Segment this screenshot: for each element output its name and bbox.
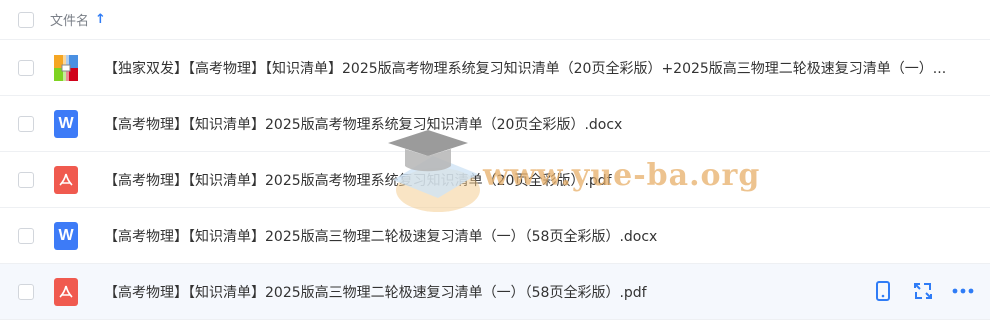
file-row[interactable]: W 【高考物理】【知识清单】2025版高三物理二轮极速复习清单（一）（58页全彩… [0,208,990,264]
select-all-checkbox[interactable] [18,12,34,28]
archive-icon [54,54,78,82]
phone-icon[interactable] [872,280,894,302]
pdf-icon [54,166,78,194]
file-row[interactable]: 【高考物理】【知识清单】2025版高三物理二轮极速复习清单（一）（58页全彩版）… [0,264,990,320]
file-name[interactable]: 【高考物理】【知识清单】2025版高三物理二轮极速复习清单（一）（58页全彩版）… [104,282,647,302]
file-list-header: 文件名 ↑ [0,0,990,40]
file-name[interactable]: 【高考物理】【知识清单】2025版高考物理系统复习知识清单（20页全彩版）.pd… [104,170,612,190]
file-name[interactable]: 【高考物理】【知识清单】2025版高三物理二轮极速复习清单（一）（58页全彩版）… [104,226,657,246]
row-checkbox[interactable] [18,228,34,244]
row-checkbox[interactable] [18,60,34,76]
word-icon: W [54,110,78,138]
sort-ascending-icon[interactable]: ↑ [95,12,106,27]
name-column-label: 文件名 [50,14,90,29]
convert-icon[interactable] [912,280,934,302]
more-icon[interactable] [952,280,974,302]
word-icon-letter: W [58,227,74,244]
file-row[interactable]: 【高考物理】【知识清单】2025版高考物理系统复习知识清单（20页全彩版）.pd… [0,152,990,208]
word-icon-letter: W [58,115,74,132]
row-checkbox[interactable] [18,116,34,132]
row-actions [872,280,974,302]
pdf-icon [54,278,78,306]
row-checkbox[interactable] [18,284,34,300]
file-row[interactable]: W 【高考物理】【知识清单】2025版高考物理系统复习知识清单（20页全彩版）.… [0,96,990,152]
word-icon: W [54,222,78,250]
row-checkbox[interactable] [18,172,34,188]
file-name[interactable]: 【独家双发】【高考物理】【知识清单】2025版高考物理系统复习知识清单（20页全… [104,58,946,78]
file-name[interactable]: 【高考物理】【知识清单】2025版高考物理系统复习知识清单（20页全彩版）.do… [104,114,622,134]
file-row[interactable]: 【独家双发】【高考物理】【知识清单】2025版高考物理系统复习知识清单（20页全… [0,40,990,96]
name-column-header[interactable]: 文件名 ↑ [50,10,106,29]
